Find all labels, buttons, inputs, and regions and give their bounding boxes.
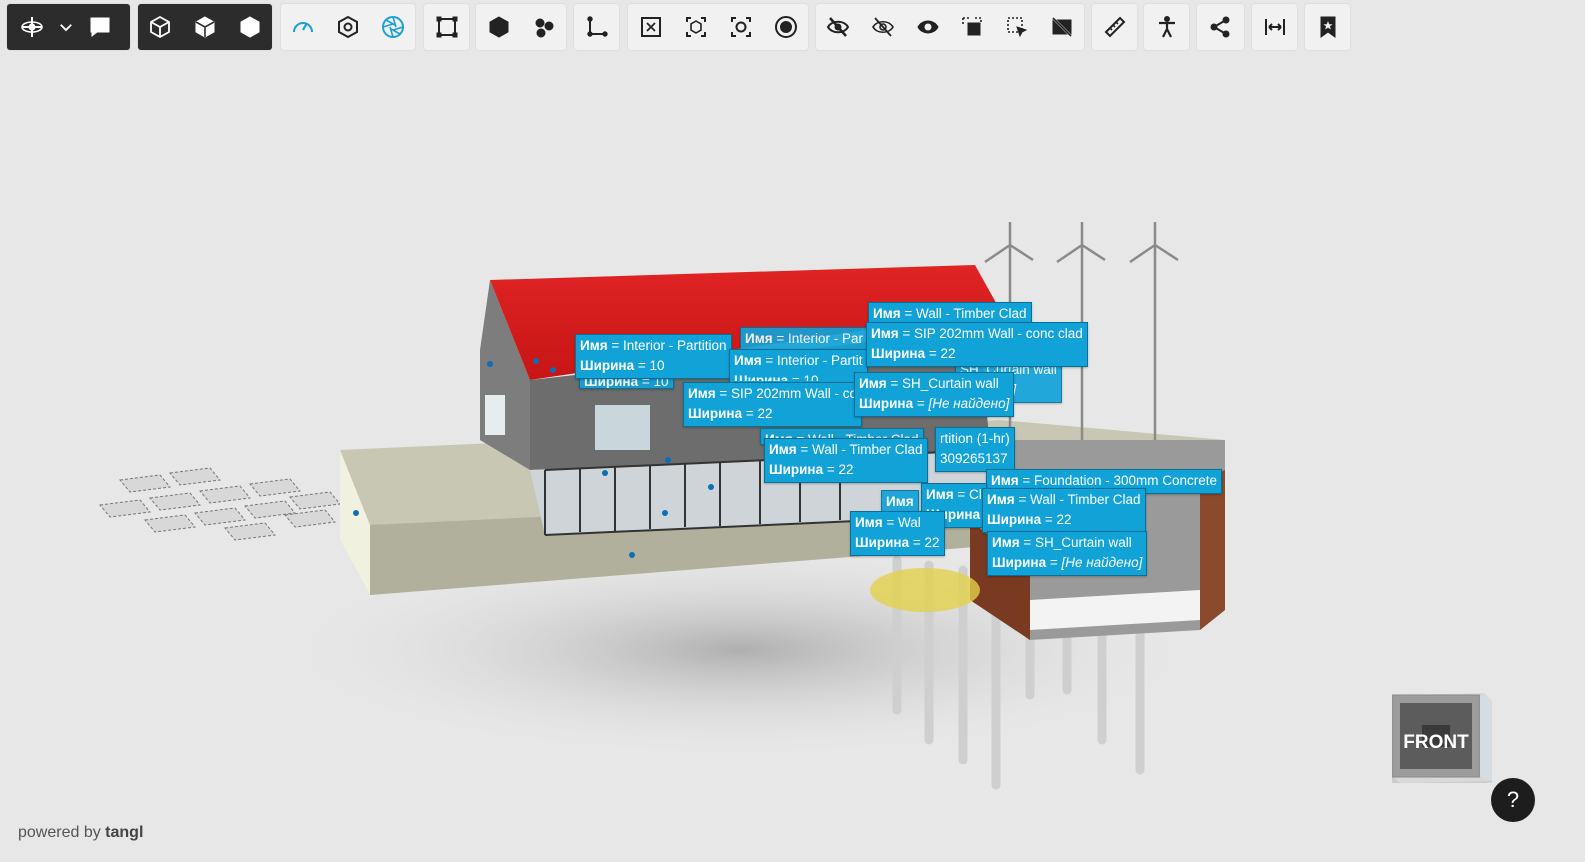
- label-key: Имя: [745, 331, 773, 346]
- label-value: SH_Curtain wall: [901, 376, 999, 391]
- view-cube-label: FRONT: [1403, 732, 1469, 753]
- label-value: SH_Curtain wall: [1034, 535, 1132, 550]
- label-wall-partial[interactable]: Имя = Wal Ширина = 22: [850, 511, 945, 556]
- label-value: Interior - Partit: [776, 353, 863, 368]
- label-key: Имя: [855, 515, 883, 530]
- label-key: Имя: [859, 376, 887, 391]
- highlight-ellipse: [870, 568, 980, 612]
- label-curtain-wall-2[interactable]: Имя = SH_Curtain wall Ширина = [Не найде…: [987, 531, 1148, 576]
- label-key: Имя: [734, 353, 762, 368]
- label-key: Имя: [987, 492, 1015, 507]
- label-value: [Не найдено]: [928, 396, 1010, 411]
- label-value: 22: [924, 535, 940, 550]
- label-value: 22: [757, 406, 773, 421]
- label-key: Имя: [688, 386, 716, 401]
- brand-footer[interactable]: powered by tangl: [18, 824, 143, 842]
- label-key: Имя: [769, 442, 797, 457]
- label-key: Ширина: [734, 373, 789, 381]
- window-2: [485, 395, 505, 435]
- label-value: 22: [1056, 512, 1072, 527]
- brand-name: tangl: [105, 824, 144, 841]
- label-key: Имя: [886, 494, 914, 509]
- label-curtain-wall[interactable]: Имя = SH_Curtain wall Ширина = [Не найде…: [854, 372, 1015, 417]
- label-wall-timber-clad-3[interactable]: Имя = Wall - Timber Clad Ширина = 22: [982, 488, 1146, 533]
- label-key: Ширина: [871, 346, 926, 361]
- brand-prefix: powered by: [18, 824, 101, 841]
- label-key: Ширина: [859, 396, 914, 411]
- label-value: Cl: [968, 487, 982, 502]
- label-value: SIP 202mm Wall - conc clad: [913, 326, 1083, 341]
- label-key: Имя: [580, 338, 608, 353]
- label-key: Имя: [926, 487, 954, 502]
- label-key: Ширина: [987, 512, 1042, 527]
- label-value: [Не найдено]: [1061, 555, 1143, 570]
- label-value: 22: [940, 346, 956, 361]
- label-key: Ширина: [992, 555, 1047, 570]
- label-key: Имя: [992, 535, 1020, 550]
- label-key: Имя: [873, 306, 901, 321]
- label-key: Ширина: [855, 535, 910, 550]
- wood-cladding-side: [1200, 470, 1225, 630]
- label-value: 10: [803, 373, 819, 381]
- label-value: rtition (1-hr): [940, 431, 1010, 446]
- label-key: Имя: [991, 473, 1019, 488]
- label-sip-wall[interactable]: Имя = SIP 202mm Wall - conc clad Ширина …: [866, 322, 1088, 367]
- label-value: Wall - Timber Clad: [915, 306, 1027, 321]
- label-value: Wall - Timber Clad: [1029, 492, 1141, 507]
- label-value: Interior - Partition: [622, 338, 727, 353]
- label-value: SIP 202mm Wall - co: [730, 386, 858, 401]
- label-interior-partition-2[interactable]: Имя = Interior - Partit Ширина = 10: [729, 349, 868, 384]
- label-key: Ширина: [580, 358, 635, 373]
- label-value: Interior - Par: [787, 331, 863, 346]
- help-icon: ?: [1506, 787, 1520, 812]
- label-sip-wall-2[interactable]: Имя = SIP 202mm Wall - co Ширина = 22: [683, 382, 863, 427]
- label-value: 10: [649, 358, 665, 373]
- label-key: Ширина: [769, 462, 824, 477]
- label-value: 309265137: [940, 451, 1008, 466]
- label-value: Foundation - 300mm Concrete: [1033, 473, 1218, 488]
- label-key: Ширина: [688, 406, 743, 421]
- label-value: Wal: [897, 515, 921, 530]
- window-1: [595, 405, 650, 450]
- help-button[interactable]: ?: [1491, 778, 1535, 822]
- label-interior-partition[interactable]: Имя = Interior - Partition Ширина = 10: [575, 334, 732, 379]
- label-key: Имя: [871, 326, 899, 341]
- solar-panels: [99, 467, 341, 541]
- label-wall-timber-clad-2[interactable]: Имя = Wall - Timber Clad Ширина = 22: [764, 438, 928, 483]
- view-cube[interactable]: FRONT: [1392, 693, 1492, 783]
- label-value: 22: [838, 462, 854, 477]
- label-partition-1hr[interactable]: rtition (1-hr) 309265137: [935, 427, 1015, 472]
- label-value: Wall - Timber Clad: [811, 442, 923, 457]
